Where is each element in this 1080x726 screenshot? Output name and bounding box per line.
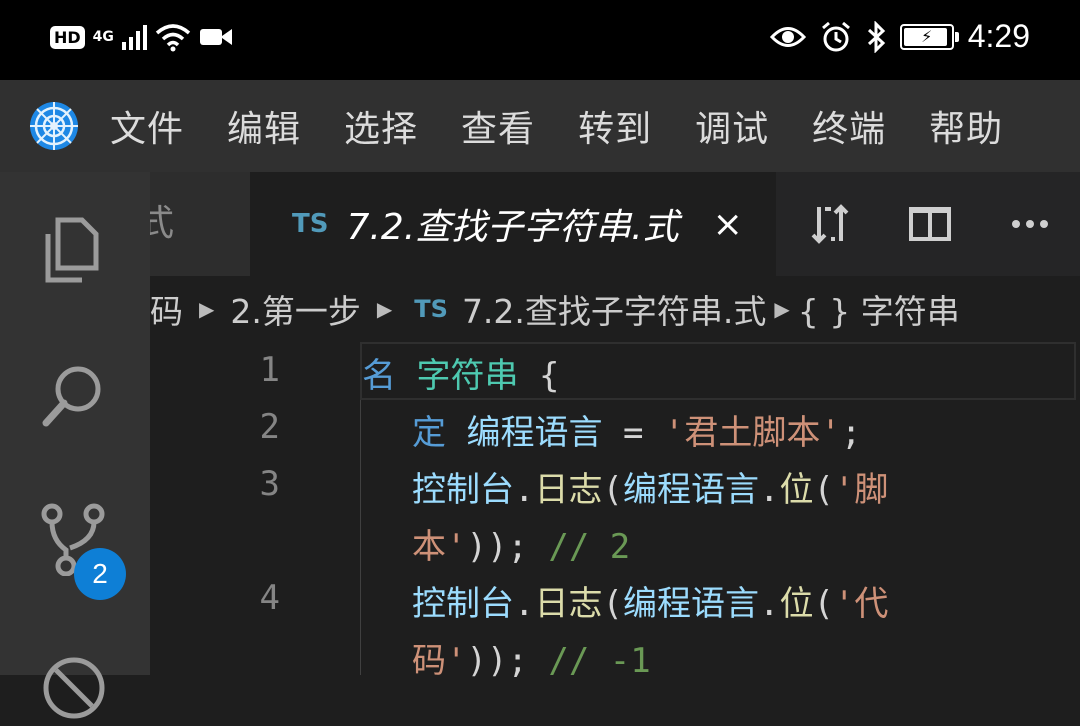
token-object: 控制台 — [412, 584, 514, 624]
editor-tab-bar: 式 TS 7.2.查找子字符串.式 × — [150, 172, 1080, 276]
battery-icon: ⚡ — [899, 23, 959, 50]
code-line-3-wrap: 本')); // 2 — [412, 519, 630, 568]
menu-help[interactable]: 帮助 — [929, 100, 1003, 152]
tab-active[interactable]: TS 7.2.查找子字符串.式 × — [250, 172, 776, 276]
token-variable: 编程语言 — [622, 584, 759, 624]
source-control-badge: 2 — [74, 548, 126, 600]
line-number: 1 — [259, 350, 280, 390]
token-close: )); — [466, 527, 528, 567]
editor-actions — [780, 172, 1080, 276]
menu-bar: 文件 编辑 选择 查看 转到 调试 终端 帮助 — [0, 80, 1080, 172]
token-function: 日志 — [534, 584, 603, 624]
token-dot: . — [758, 470, 780, 510]
typescript-file-icon: TS — [414, 295, 448, 323]
token-comment: // 2 — [548, 527, 631, 567]
code-line-1: 名 字符串 { — [362, 348, 559, 397]
menu-terminal[interactable]: 终端 — [812, 100, 886, 152]
token-operator: = — [622, 413, 644, 453]
wifi-icon — [155, 24, 191, 52]
typescript-file-icon: TS — [292, 209, 329, 239]
hd-badge: HD — [50, 25, 85, 49]
app-logo-icon — [30, 102, 78, 150]
token-keyword: 名 — [362, 356, 396, 396]
breadcrumb-item-file[interactable]: 7.2.查找子字符串.式 — [462, 285, 766, 333]
token-paren: ( — [813, 584, 834, 624]
close-icon[interactable]: × — [713, 204, 743, 245]
compare-changes-icon[interactable] — [807, 201, 853, 247]
indent-guide — [360, 400, 361, 675]
line-number: 3 — [259, 464, 280, 504]
token-function: 日志 — [534, 470, 603, 510]
menu-file[interactable]: 文件 — [110, 100, 184, 152]
eye-icon — [769, 26, 806, 47]
token-string: 码' — [412, 641, 467, 681]
activity-bar: 2 — [0, 172, 150, 719]
token-string: '君土脚本' — [663, 413, 841, 453]
token-dot: . — [758, 584, 780, 624]
token-keyword: 定 — [412, 413, 446, 453]
menu-view[interactable]: 查看 — [461, 100, 535, 152]
alarm-icon — [821, 21, 850, 51]
chevron-right-icon: ▶ — [199, 297, 215, 321]
search-icon[interactable] — [36, 357, 112, 433]
clock: 4:29 — [967, 18, 1030, 54]
token-object: 控制台 — [412, 470, 514, 510]
code-line-2: 定 编程语言 = '君土脚本'; — [412, 405, 861, 454]
status-left: HD 4G — [50, 22, 233, 52]
code-line-3: 控制台.日志(编程语言.位('脚 — [412, 462, 888, 511]
token-dot: . — [514, 584, 535, 624]
menu-debug[interactable]: 调试 — [695, 100, 769, 152]
token-paren: ( — [813, 470, 834, 510]
line-number: 4 — [259, 578, 280, 618]
breadcrumb-item-folder[interactable]: 码 — [150, 285, 183, 333]
token-method: 位 — [779, 470, 814, 510]
more-actions-icon[interactable] — [1007, 201, 1053, 247]
signal-icon — [121, 24, 147, 50]
breadcrumb-item-step[interactable]: 2.第一步 — [230, 285, 361, 333]
token-paren: ( — [602, 470, 623, 510]
token-variable: 编程语言 — [466, 413, 603, 453]
tab-previous-label: 式 — [150, 203, 175, 244]
token-string: 本' — [412, 527, 467, 567]
tab-previous[interactable]: 式 — [150, 172, 250, 276]
token-semicolon: ; — [840, 413, 862, 453]
token-method: 位 — [779, 584, 814, 624]
breadcrumb: 码 ▶ 2.第一步 ▶ TS 7.2.查找子字符串.式 ▶ { } 字符串 — [150, 276, 1080, 342]
chevron-right-icon: ▶ — [774, 297, 790, 321]
menu-edit[interactable]: 编辑 — [227, 100, 301, 152]
token-close: )); — [466, 641, 528, 681]
menu-selection[interactable]: 选择 — [344, 100, 418, 152]
token-variable: 编程语言 — [622, 470, 759, 510]
bluetooth-icon — [867, 20, 885, 53]
split-editor-icon[interactable] — [907, 201, 953, 247]
menu-go[interactable]: 转到 — [578, 100, 652, 152]
line-number: 2 — [259, 407, 280, 447]
token-comment: // -1 — [548, 641, 651, 681]
breadcrumb-item-symbol[interactable]: { } 字符串 — [798, 285, 960, 333]
code-editor[interactable]: 1 2 3 4 名 字符串 { 定 编程语言 = '君土脚本'; 控制台.日志(… — [150, 342, 1080, 681]
chevron-right-icon: ▶ — [376, 297, 393, 321]
token-dot: . — [514, 470, 535, 510]
status-right: ⚡ 4:29 — [769, 18, 1030, 55]
tab-title: 7.2.查找子字符串.式 — [346, 207, 679, 248]
token-type: 字符串 — [416, 356, 519, 396]
video-icon — [199, 29, 232, 45]
debug-icon[interactable] — [36, 650, 112, 726]
token-string: '脚 — [833, 470, 889, 510]
token-string: '代 — [833, 584, 889, 624]
code-line-4: 控制台.日志(编程语言.位('代 — [412, 576, 888, 625]
token-paren: ( — [602, 584, 623, 624]
token-brace: { — [538, 356, 560, 396]
network-type: 4G — [92, 29, 114, 45]
phone-status-bar: HD 4G ⚡ 4:29 — [0, 0, 1080, 80]
explorer-icon[interactable] — [36, 212, 112, 288]
